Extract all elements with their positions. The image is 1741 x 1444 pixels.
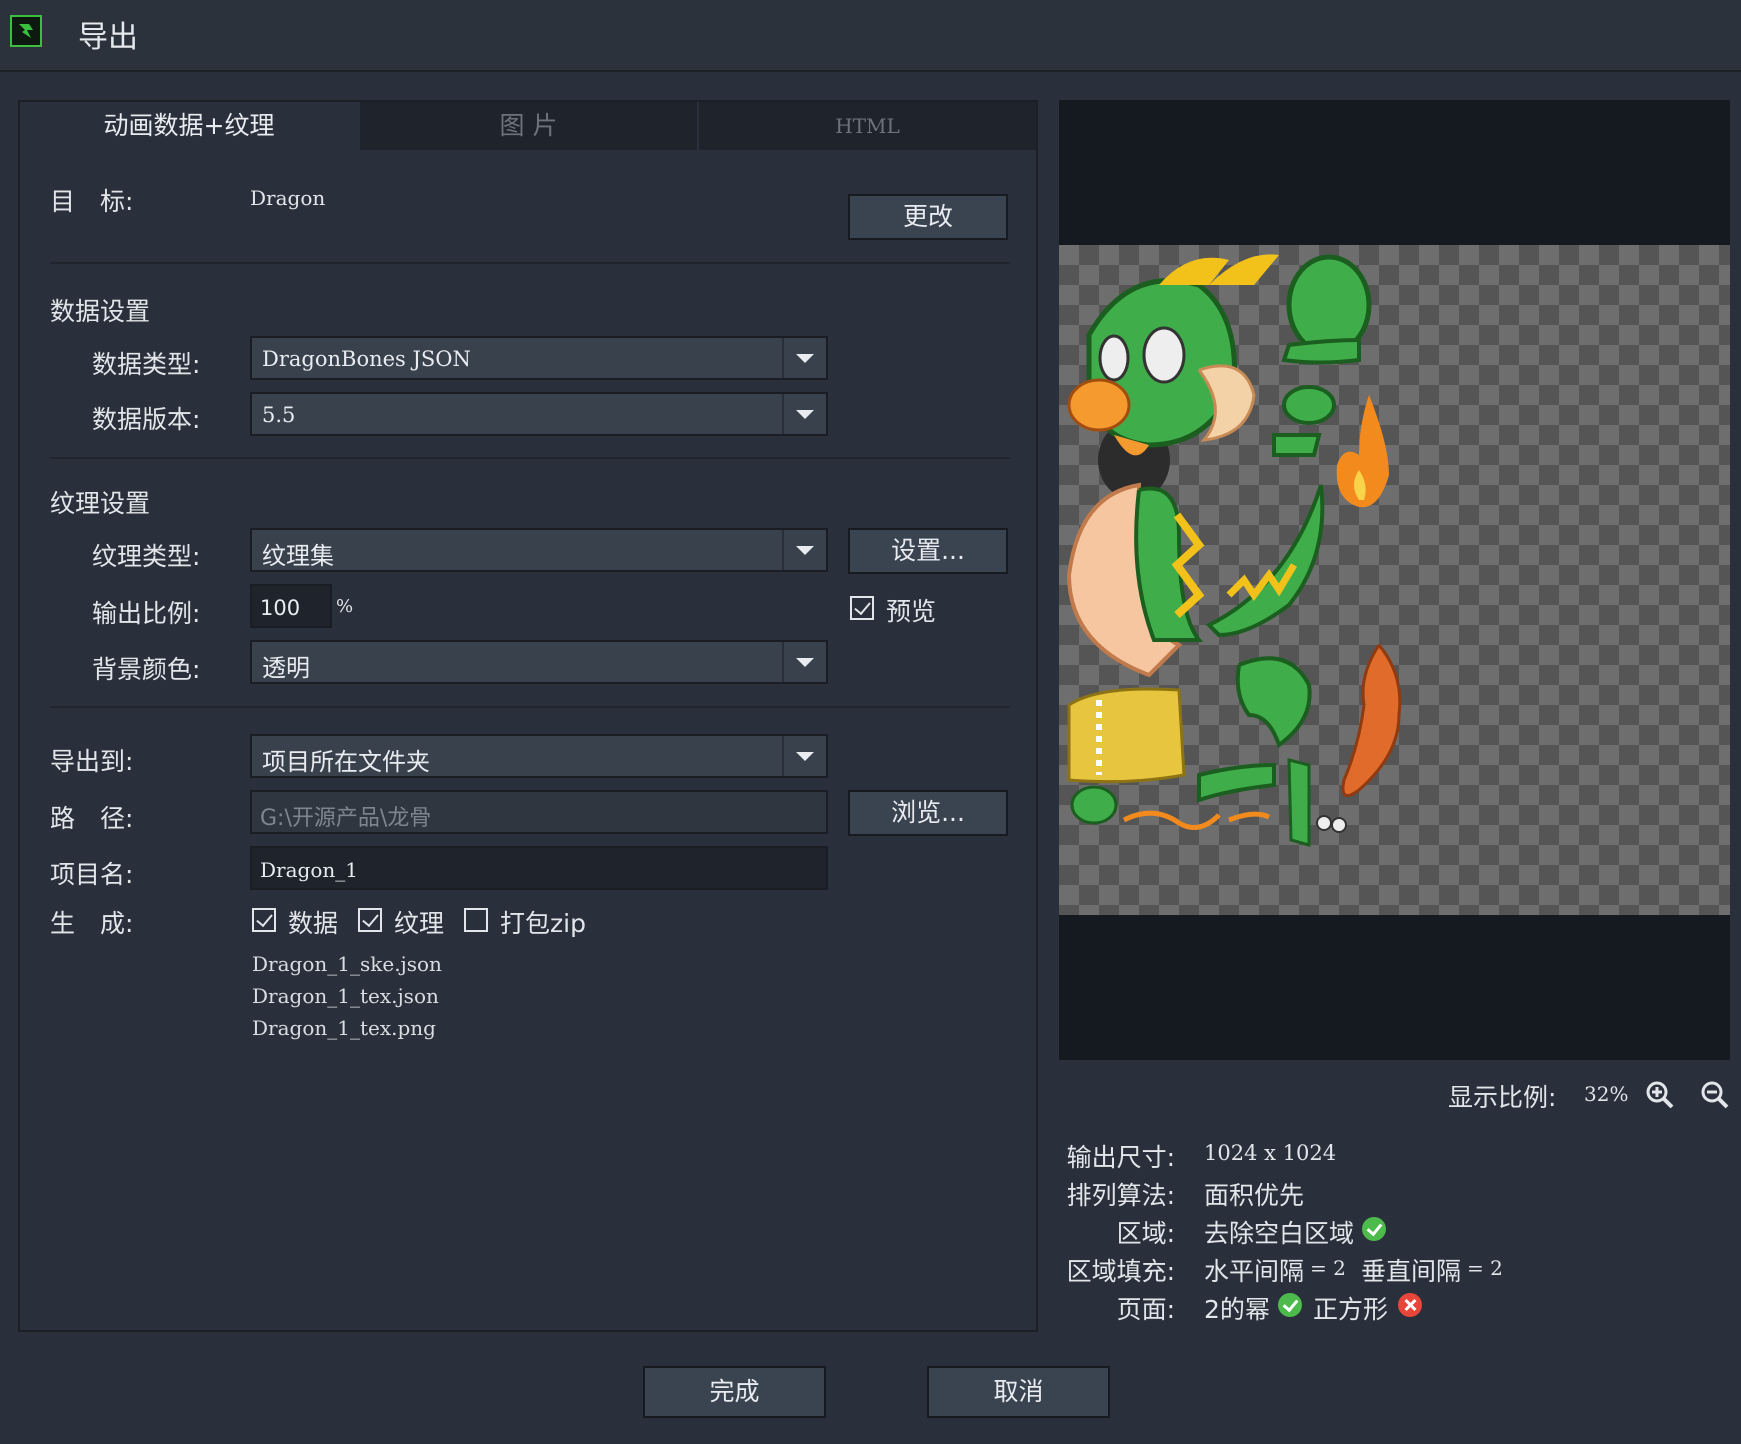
- browse-button[interactable]: 浏览...: [848, 790, 1008, 836]
- texture-type-value: 纹理集: [262, 542, 334, 570]
- path-label: 路 径:: [50, 804, 134, 833]
- output-file: Dragon_1_tex.png: [252, 1016, 436, 1040]
- zoom-out-icon[interactable]: [1700, 1080, 1730, 1114]
- window-title: 导出: [78, 20, 138, 55]
- data-version-value: 5.5: [262, 403, 296, 427]
- output-file: Dragon_1_tex.json: [252, 984, 439, 1008]
- output-file: Dragon_1_ske.json: [252, 952, 442, 976]
- tab-animation-data[interactable]: 动画数据+纹理: [20, 102, 358, 150]
- generate-data-checkbox[interactable]: [252, 908, 276, 932]
- data-version-select[interactable]: 5.5: [250, 392, 828, 436]
- texture-settings-button[interactable]: 设置...: [848, 528, 1008, 574]
- padding-vertical-label: 垂直间隔: [1361, 1257, 1462, 1286]
- project-name-label: 项目名:: [50, 860, 134, 889]
- data-settings-heading: 数据设置: [50, 297, 151, 326]
- background-color-label: 背景颜色:: [92, 655, 201, 684]
- chevron-down-icon: [782, 642, 826, 682]
- path-input: G:\开源产品\龙骨: [250, 790, 828, 834]
- export-to-select[interactable]: 项目所在文件夹: [250, 734, 828, 778]
- generate-zip-label: 打包zip: [500, 909, 586, 938]
- generate-texture-checkbox[interactable]: [358, 908, 382, 932]
- target-label: 目 标:: [50, 187, 134, 216]
- output-scale-label: 输出比例:: [92, 599, 201, 628]
- zoom-label: 显示比例:: [1448, 1083, 1557, 1112]
- chevron-down-icon: [782, 338, 826, 378]
- texture-type-select[interactable]: 纹理集: [250, 528, 828, 572]
- region-value: 去除空白区域: [1204, 1219, 1355, 1248]
- dragon-texture-atlas-image: [1066, 254, 1402, 847]
- algorithm-label: 排列算法:: [1066, 1181, 1175, 1210]
- zoom-in-icon[interactable]: [1645, 1080, 1675, 1114]
- texture-type-label: 纹理类型:: [92, 542, 201, 571]
- generate-label: 生 成:: [50, 909, 134, 938]
- generate-texture-label: 纹理: [394, 909, 445, 938]
- background-color-select[interactable]: 透明: [250, 640, 828, 684]
- tab-image[interactable]: 图 片: [358, 102, 697, 150]
- padding-vertical-value: = 2: [1467, 1256, 1503, 1280]
- page-label: 页面:: [1116, 1295, 1175, 1324]
- texture-settings-heading: 纹理设置: [50, 489, 151, 518]
- output-scale-unit: %: [336, 596, 354, 617]
- data-type-value: DragonBones JSON: [262, 347, 471, 371]
- divider: [50, 262, 1010, 264]
- export-to-value: 项目所在文件夹: [262, 748, 430, 776]
- cancel-button[interactable]: 取消: [927, 1366, 1110, 1418]
- chevron-down-icon: [782, 394, 826, 434]
- texture-atlas-preview[interactable]: [1059, 245, 1730, 915]
- background-color-value: 透明: [262, 654, 310, 682]
- output-size-label: 输出尺寸:: [1066, 1143, 1175, 1172]
- chevron-down-icon: [782, 736, 826, 776]
- done-button[interactable]: 完成: [643, 1366, 826, 1418]
- page-square: 正方形: [1313, 1295, 1389, 1324]
- padding-horizontal-value: = 2: [1310, 1256, 1346, 1280]
- algorithm-value: 面积优先: [1204, 1181, 1305, 1210]
- project-name-value: Dragon_1: [260, 858, 358, 882]
- chevron-down-icon: [782, 530, 826, 570]
- path-value: G:\开源产品\龙骨: [260, 806, 432, 831]
- tab-html[interactable]: HTML: [697, 102, 1036, 150]
- output-scale-value: 100: [260, 596, 301, 620]
- check-icon: [1278, 1293, 1302, 1317]
- generate-data-label: 数据: [288, 909, 339, 938]
- data-type-select[interactable]: DragonBones JSON: [250, 336, 828, 380]
- preview-checkbox[interactable]: [850, 596, 874, 620]
- change-button[interactable]: 更改: [848, 194, 1008, 240]
- export-settings-panel: 动画数据+纹理 图 片 HTML 目 标: Dragon 更改 数据设置 数据类…: [18, 100, 1038, 1332]
- data-version-label: 数据版本:: [92, 405, 201, 434]
- dragonbones-logo-icon: [10, 15, 42, 47]
- padding-label: 区域填充:: [1066, 1257, 1175, 1286]
- check-icon: [1362, 1217, 1386, 1241]
- preview-checkbox-label: 预览: [886, 597, 937, 626]
- export-to-label: 导出到:: [50, 747, 134, 776]
- padding-horizontal-label: 水平间隔: [1204, 1257, 1305, 1286]
- zoom-value: 32%: [1584, 1082, 1629, 1106]
- output-size-value: 1024 x 1024: [1204, 1141, 1337, 1165]
- generate-zip-checkbox[interactable]: [464, 908, 488, 932]
- target-value: Dragon: [250, 186, 326, 210]
- divider: [50, 457, 1010, 459]
- title-bar: 导出: [0, 0, 1741, 72]
- data-type-label: 数据类型:: [92, 350, 201, 379]
- region-label: 区域:: [1116, 1219, 1175, 1248]
- error-icon: [1398, 1293, 1422, 1317]
- page-power-of-two: 2的幂: [1204, 1295, 1270, 1324]
- output-scale-input[interactable]: 100: [250, 584, 332, 628]
- tab-bar: 动画数据+纹理 图 片 HTML: [20, 102, 1036, 150]
- project-name-input[interactable]: Dragon_1: [250, 846, 828, 890]
- divider: [50, 706, 1010, 708]
